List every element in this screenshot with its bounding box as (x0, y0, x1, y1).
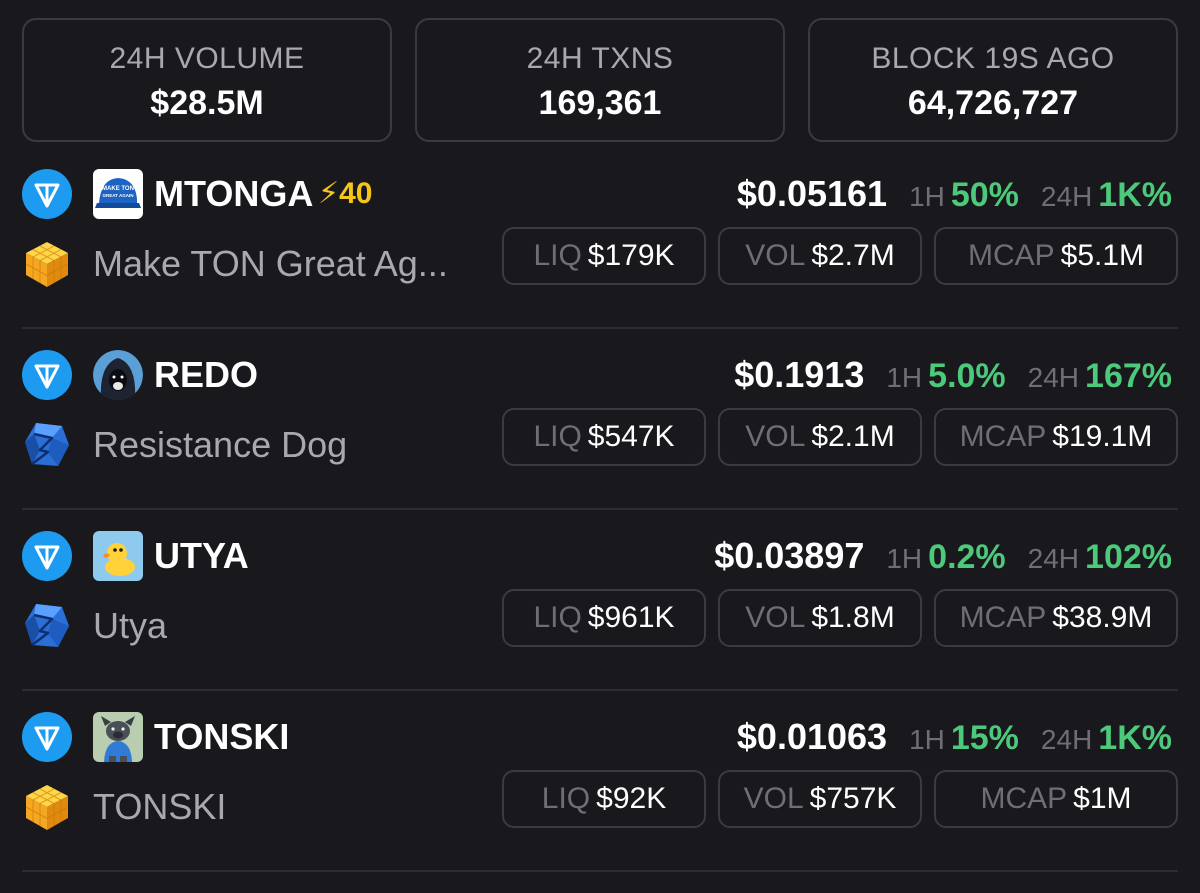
stat-label: 24H VOLUME (109, 42, 305, 75)
token-row-mtonga[interactable]: MAKE TON GREAT AGAIN MTONGA ⚡40 Make TON… (0, 147, 1200, 329)
ton-chain-icon (22, 350, 72, 400)
mcap-pill: MCAP $19.1M (934, 408, 1178, 466)
duck-icon (93, 531, 143, 581)
change-24h: 102% (1085, 538, 1172, 576)
token-price: $0.01063 (736, 716, 888, 757)
stat-24h-volume: 24H VOLUME $28.5M (22, 18, 392, 142)
mcap-value: $38.9M (1052, 601, 1153, 634)
row-divider (22, 870, 1178, 872)
vol-value: $2.7M (811, 239, 895, 272)
token-ticker: UTYA (154, 535, 249, 576)
mcap-label: MCAP (967, 239, 1055, 272)
liquidity-pill: LIQ $92K (502, 770, 706, 828)
liquidity-pill: LIQ $179K (502, 227, 706, 285)
volume-pill: VOL $757K (718, 770, 922, 828)
boost-badge: ⚡40 (318, 177, 373, 210)
label-24h: 24H (1040, 724, 1093, 755)
vol-value: $1.8M (811, 601, 895, 634)
stat-value: 64,726,727 (907, 84, 1079, 122)
token-list-screen: 24H VOLUME $28.5M 24H TXNS 169,361 BLOCK… (0, 0, 1200, 893)
token-price: $0.05161 (736, 173, 888, 214)
change-1h: 50% (950, 176, 1019, 214)
token-name: Utya (93, 605, 168, 646)
liq-label: LIQ (533, 420, 582, 453)
token-row-utya[interactable]: UTYA Utya $0.03897 1H 0.2% 24H 102% LIQ $961K… (0, 509, 1200, 691)
mcap-label: MCAP (980, 782, 1068, 815)
vol-label: VOL (745, 420, 806, 453)
volume-pill: VOL $2.1M (718, 408, 922, 466)
token-ticker: REDO (154, 354, 259, 395)
stat-label: 24H TXNS (526, 42, 674, 75)
stat-value: 169,361 (538, 84, 662, 122)
stat-label: BLOCK 19S AGO (871, 42, 1115, 75)
ton-chain-icon (22, 531, 72, 581)
change-24h: 1K% (1098, 176, 1172, 214)
stat-value: $28.5M (150, 84, 264, 122)
price-line: $0.1913 1H 5.0% 24H 167% (734, 350, 1172, 400)
vol-label: VOL (745, 239, 806, 272)
mcap-label: MCAP (959, 601, 1047, 634)
blue-cap-icon: MAKE TON GREAT AGAIN (93, 169, 143, 219)
stat-24h-txns: 24H TXNS 169,361 (415, 18, 785, 142)
vol-value: $757K (809, 782, 897, 815)
volume-pill: VOL $2.7M (718, 227, 922, 285)
price-line: $0.03897 1H 0.2% 24H 102% (714, 531, 1172, 581)
label-1h: 1H (886, 362, 923, 393)
mcap-value: $19.1M (1052, 420, 1153, 453)
ton-chain-icon (22, 712, 72, 762)
dog-in-shirt-icon (93, 712, 143, 762)
volume-pill: VOL $1.8M (718, 589, 922, 647)
token-ticker: TONSKI (154, 716, 290, 757)
token-price: $0.03897 (714, 535, 865, 576)
price-line: $0.05161 1H 50% 24H 1K% (737, 169, 1172, 219)
vol-value: $2.1M (811, 420, 895, 453)
label-24h: 24H (1040, 181, 1093, 212)
change-1h: 0.2% (928, 538, 1006, 576)
token-name: TONSKI (93, 786, 227, 827)
mcap-pill: MCAP $38.9M (934, 589, 1178, 647)
token-name: Make TON Great Ag... (93, 243, 448, 284)
liquidity-pill: LIQ $961K (502, 589, 706, 647)
liq-value: $961K (587, 601, 675, 634)
cube-icon (22, 239, 72, 289)
cap-text-line1: MAKE TON (102, 186, 134, 192)
mcap-pill: MCAP $1M (934, 770, 1178, 828)
vol-label: VOL (743, 782, 804, 815)
cube-icon (22, 782, 72, 832)
mcap-pill: MCAP $5.1M (934, 227, 1178, 285)
label-24h: 24H (1027, 543, 1080, 574)
cap-text-line2: GREAT AGAIN (103, 193, 134, 198)
liquidity-pill: LIQ $547K (502, 408, 706, 466)
dedust-icon (22, 420, 72, 470)
token-row-redo[interactable]: REDO Resistance Dog $0.1913 1H 5.0% 24H 167%… (0, 328, 1200, 510)
mcap-label: MCAP (959, 420, 1047, 453)
token-row-tonski[interactable]: TONSKI TONSKI $0.01063 1H 15% 24H 1K% LIQ $92… (0, 690, 1200, 872)
change-1h: 5.0% (928, 357, 1006, 395)
stats-bar: 24H VOLUME $28.5M 24H TXNS 169,361 BLOCK… (22, 18, 1178, 142)
price-line: $0.01063 1H 15% 24H 1K% (737, 712, 1172, 762)
liq-label: LIQ (541, 782, 591, 815)
liq-label: LIQ (533, 239, 582, 272)
label-24h: 24H (1027, 362, 1080, 393)
liq-label: LIQ (533, 601, 582, 634)
hooded-dog-icon (93, 350, 143, 400)
dedust-icon (22, 601, 72, 651)
label-1h: 1H (886, 543, 923, 574)
change-24h: 167% (1085, 357, 1172, 395)
token-ticker: MTONGA (154, 173, 314, 214)
liq-value: $547K (587, 420, 675, 453)
stat-block: BLOCK 19S AGO 64,726,727 (808, 18, 1178, 142)
vol-label: VOL (745, 601, 806, 634)
token-price: $0.1913 (734, 354, 865, 395)
label-1h: 1H (909, 724, 945, 755)
token-name: Resistance Dog (93, 424, 348, 465)
liq-value: $92K (596, 782, 667, 815)
mcap-value: $1M (1073, 782, 1132, 815)
change-1h: 15% (950, 719, 1019, 757)
label-1h: 1H (909, 181, 945, 212)
change-24h: 1K% (1098, 719, 1172, 757)
liq-value: $179K (587, 239, 675, 272)
ton-chain-icon (22, 169, 72, 219)
mcap-value: $5.1M (1060, 239, 1145, 272)
